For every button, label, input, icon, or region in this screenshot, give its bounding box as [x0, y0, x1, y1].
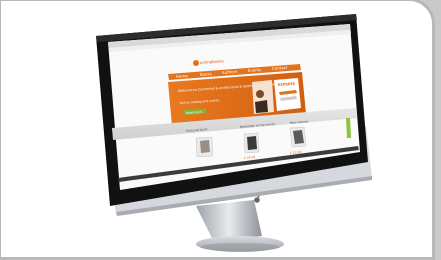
- nav-item-events[interactable]: Events: [248, 67, 262, 73]
- monitor-stand: [196, 200, 284, 252]
- apple-icon: [254, 195, 260, 203]
- site-logo-icon: [193, 60, 199, 66]
- nav-item-home[interactable]: Home: [176, 73, 189, 79]
- nav-item-books[interactable]: Books: [200, 71, 212, 77]
- monitor-scene: onlinebooks Home Books Authors Events Co…: [96, 14, 372, 252]
